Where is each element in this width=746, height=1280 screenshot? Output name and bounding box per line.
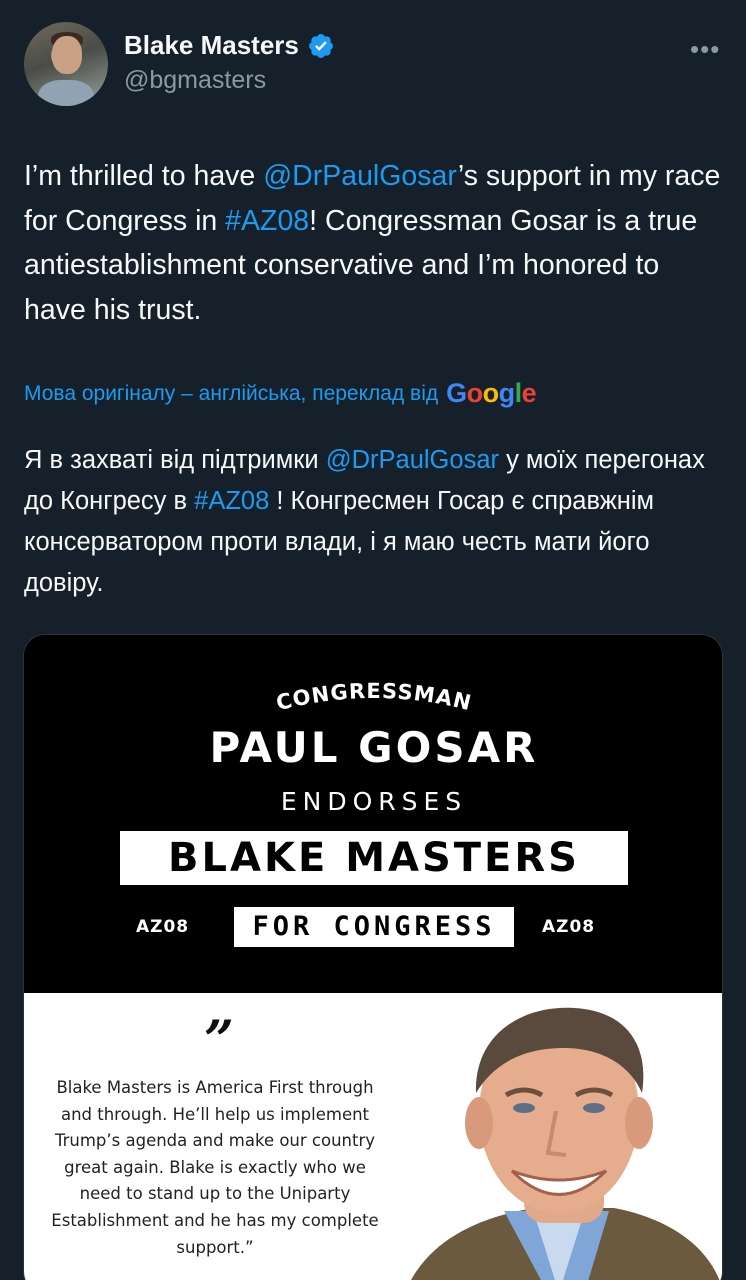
- avatar-face: [52, 36, 82, 74]
- translation-label[interactable]: Мова оригіналу – англійська, переклад ві…: [24, 382, 438, 406]
- tweet-media-image[interactable]: CONGRESSMAN PAUL GOSAR ENDORSES BLAKE MA…: [23, 634, 723, 1280]
- for-congress-box: FOR CONGRESS: [234, 907, 514, 947]
- tweet-text: I’m thrilled to have @DrPaulGosar’s supp…: [24, 154, 724, 332]
- district-left: AZ08: [136, 917, 190, 937]
- endorsement-quote: Blake Masters is America First through a…: [51, 1078, 379, 1257]
- district-right: AZ08: [542, 917, 596, 937]
- candidate-name-box: BLAKE MASTERS: [120, 831, 628, 885]
- translated-text-part: Я в захваті від підтримки: [24, 446, 326, 474]
- verified-badge-icon: [308, 33, 333, 58]
- more-options-icon[interactable]: •••: [690, 34, 720, 65]
- translated-text: Я в захваті від підтримки @DrPaulGosar у…: [24, 440, 730, 604]
- endorses-label: ENDORSES: [280, 787, 468, 816]
- arc-title-svg: CONGRESSMAN: [274, 679, 474, 715]
- author-handle[interactable]: @bgmasters: [124, 66, 266, 95]
- google-logo: Google: [446, 378, 537, 408]
- quote-section: ” Blake Masters is America First through…: [24, 993, 722, 1280]
- author-display-name[interactable]: Blake Masters: [124, 30, 299, 61]
- mention-link[interactable]: @DrPaulGosar: [263, 160, 458, 192]
- tweet-text-part: I’m thrilled to have: [24, 160, 264, 192]
- arc-title-text: CONGRESSMAN: [274, 679, 473, 715]
- author-name-row[interactable]: Blake Masters: [124, 30, 335, 61]
- endorser-name: PAUL GOSAR: [209, 723, 539, 772]
- hashtag-link[interactable]: #AZ08: [225, 205, 309, 237]
- banner-arc-title: CONGRESSMAN: [24, 675, 722, 720]
- author-avatar[interactable]: [24, 22, 108, 106]
- translated-hashtag-link[interactable]: #AZ08: [194, 487, 269, 515]
- avatar-shirt: [38, 80, 94, 106]
- translation-attribution[interactable]: Мова оригіналу – англійська, переклад ві…: [24, 378, 537, 409]
- svg-text:CONGRESSMAN: CONGRESSMAN: [274, 679, 474, 715]
- translated-mention-link[interactable]: @DrPaulGosar: [326, 446, 499, 474]
- endorser-portrait: [384, 993, 722, 1280]
- endorsement-banner: CONGRESSMAN PAUL GOSAR ENDORSES BLAKE MA…: [24, 635, 722, 993]
- quote-mark: ”: [204, 1010, 234, 1071]
